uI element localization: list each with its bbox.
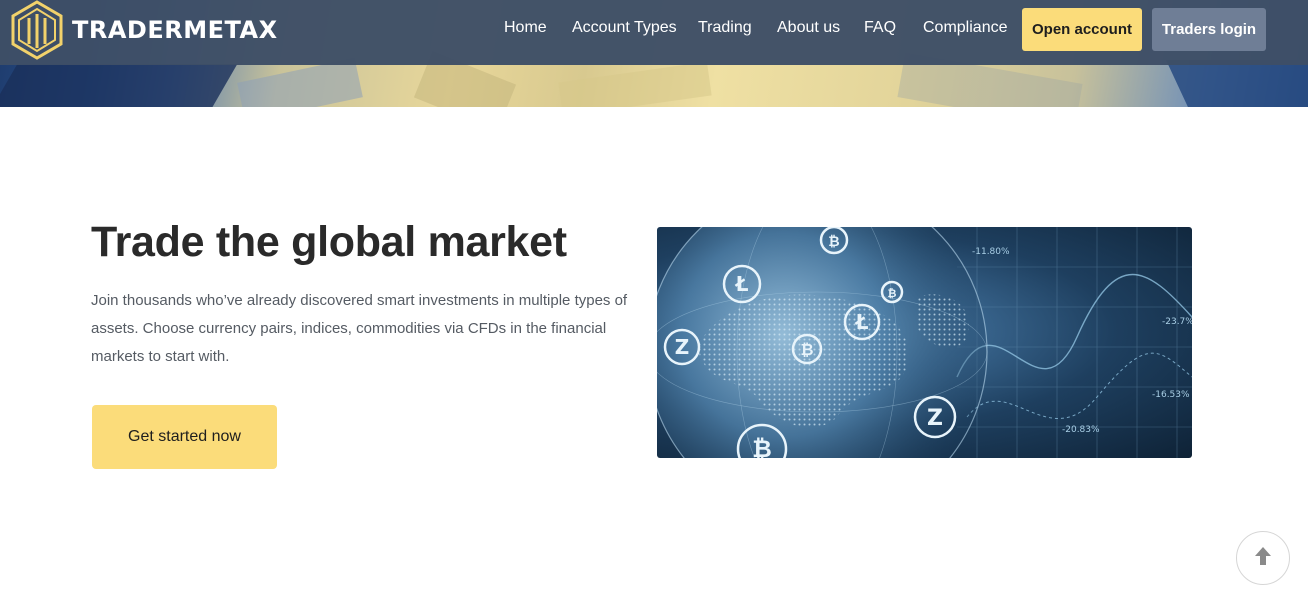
banner-shape	[1166, 60, 1308, 107]
arrow-up-icon	[1253, 545, 1273, 572]
open-account-button[interactable]: Open account	[1022, 8, 1142, 51]
svg-text:Z: Z	[675, 335, 690, 359]
image-label: -16.53%	[1152, 390, 1190, 400]
nav-trading[interactable]: Trading	[698, 19, 752, 37]
nav-about-us[interactable]: About us	[777, 19, 840, 37]
banner-shape	[558, 61, 712, 107]
svg-text:₿: ₿	[800, 340, 813, 359]
image-label: -11.80%	[972, 247, 1010, 257]
traders-login-button[interactable]: Traders login	[1152, 8, 1266, 51]
nav-compliance[interactable]: Compliance	[923, 19, 1007, 37]
hero-globe-crypto-image: Ł Z Ł ₿ Z ₿ ₿ ₿ -11.80% -23.7% -16.53% -…	[657, 227, 1192, 458]
brand-name: TRADERMETAX	[72, 16, 278, 44]
hexagon-logo-icon	[10, 0, 64, 60]
banner-shape	[0, 64, 238, 107]
hero-title: Trade the global market	[91, 218, 567, 266]
svg-text:₿: ₿	[752, 435, 772, 458]
banner-shape	[237, 57, 363, 107]
svg-text:₿: ₿	[828, 234, 839, 250]
scroll-to-top-button[interactable]	[1236, 531, 1290, 585]
image-label: -23.7%	[1162, 317, 1192, 327]
svg-text:Ł: Ł	[855, 310, 869, 334]
svg-text:Z: Z	[927, 406, 943, 431]
nav-home[interactable]: Home	[504, 19, 547, 37]
image-label: -20.83%	[1062, 425, 1100, 435]
nav-faq[interactable]: FAQ	[864, 19, 896, 37]
get-started-button[interactable]: Get started now	[92, 405, 277, 469]
svg-text:Ł: Ł	[735, 272, 749, 296]
nav-account-types[interactable]: Account Types	[572, 19, 677, 37]
brand-logo[interactable]: TRADERMETAX	[10, 0, 278, 60]
top-navigation-bar: TRADERMETAX Home Account Types Trading A…	[0, 0, 1308, 65]
hero-description: Join thousands who’ve already discovered…	[91, 292, 628, 365]
svg-text:₿: ₿	[888, 287, 897, 300]
